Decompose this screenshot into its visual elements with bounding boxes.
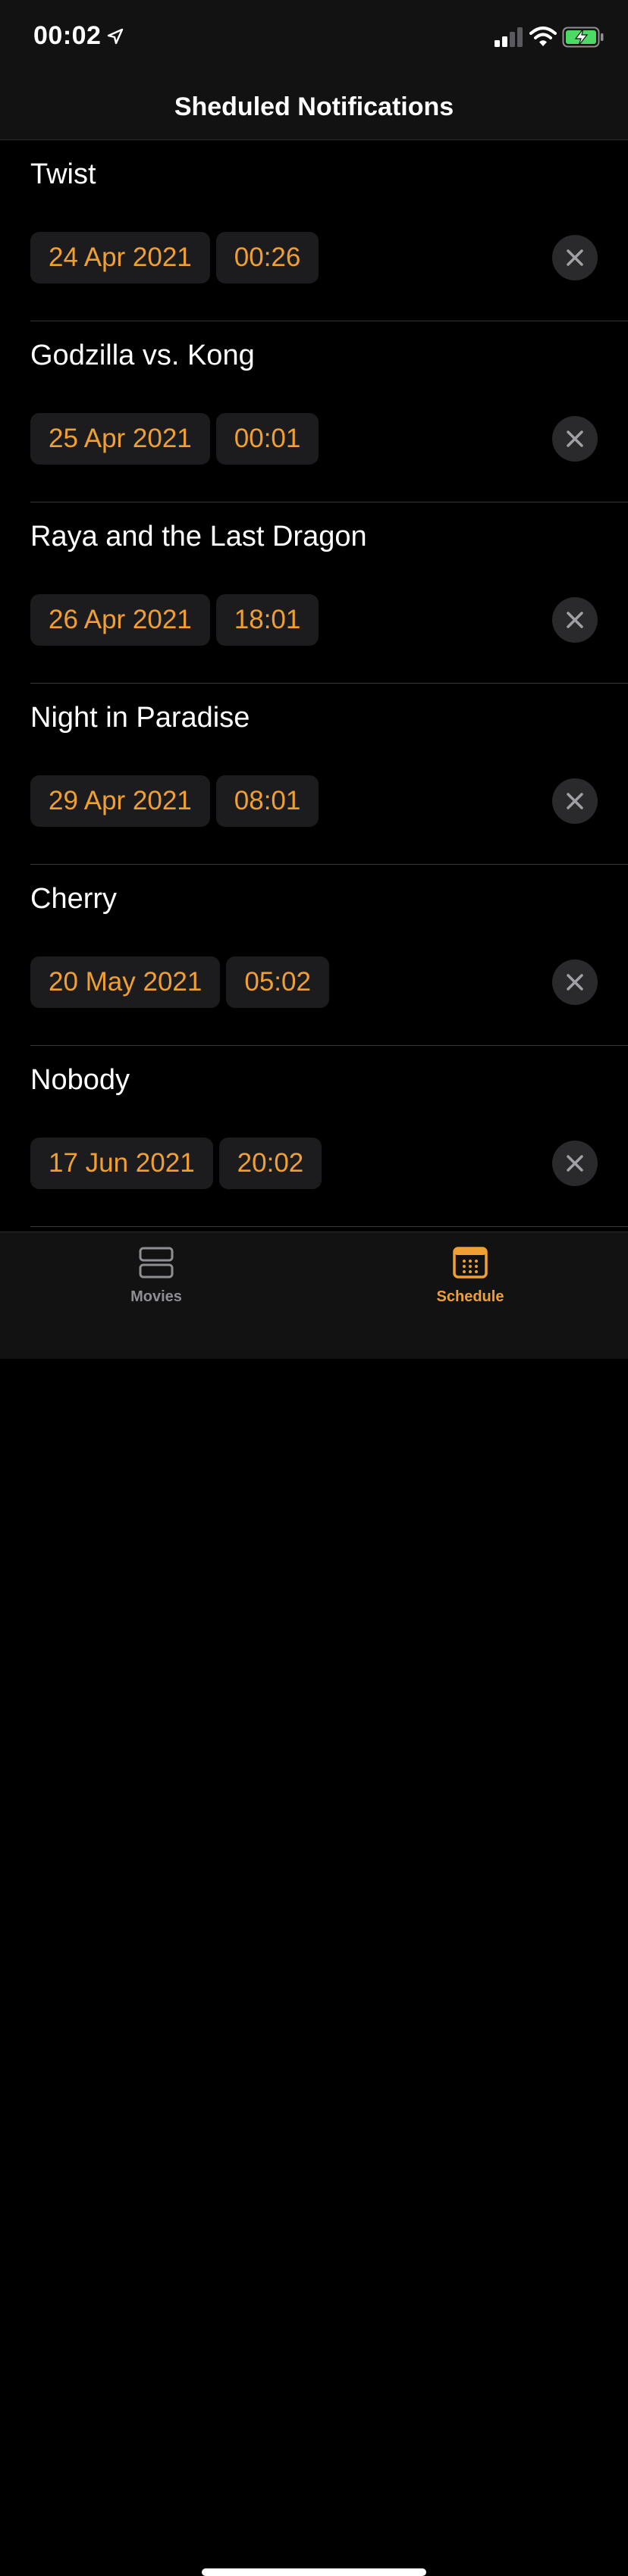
tab-label-movies: Movies	[130, 1288, 182, 1305]
time-picker-button[interactable]: 00:01	[215, 413, 319, 465]
delete-button[interactable]	[552, 235, 598, 280]
movie-title: Raya and the Last Dragon	[30, 521, 367, 552]
notification-list: Twist 24 Apr 2021 00:26 Godzilla vs. Kon…	[0, 140, 628, 1227]
date-picker-button[interactable]: 17 Jun 2021	[30, 1138, 213, 1189]
tab-bar: Movies Schedule	[0, 1232, 628, 2576]
home-indicator[interactable]	[202, 2568, 426, 2576]
status-time: 00:02	[33, 21, 102, 50]
movie-title: Godzilla vs. Kong	[30, 340, 255, 371]
time-picker-button[interactable]: 20:02	[218, 1138, 322, 1189]
rows-icon	[139, 1247, 174, 1279]
movie-title: Nobody	[30, 1064, 130, 1096]
page-title: Sheduled Notifications	[174, 92, 454, 121]
list-item: Nobody 17 Jun 2021 20:02	[0, 1046, 628, 1227]
tab-movies[interactable]: Movies	[80, 1246, 232, 1306]
date-picker-button[interactable]: 24 Apr 2021	[30, 232, 210, 283]
time-picker-button[interactable]: 05:02	[226, 956, 329, 1008]
calendar-icon	[453, 1247, 488, 1279]
close-icon	[567, 249, 583, 266]
date-picker-button[interactable]: 20 May 2021	[30, 956, 221, 1008]
delete-button[interactable]	[552, 959, 598, 1005]
date-picker-button[interactable]: 26 Apr 2021	[30, 594, 210, 646]
date-picker-button[interactable]: 29 Apr 2021	[30, 775, 210, 827]
time-picker-button[interactable]: 00:26	[215, 232, 319, 283]
time-picker-button[interactable]: 18:01	[215, 594, 319, 646]
list-item: Godzilla vs. Kong 25 Apr 2021 00:01	[0, 321, 628, 502]
list-item: Raya and the Last Dragon 26 Apr 2021 18:…	[0, 502, 628, 684]
wifi-icon	[529, 27, 557, 46]
tab-label-schedule: Schedule	[436, 1288, 504, 1305]
movie-title: Cherry	[30, 883, 118, 915]
tab-schedule[interactable]: Schedule	[394, 1246, 546, 1306]
navigation-bar: Sheduled Notifications	[0, 76, 628, 140]
movie-title: Twist	[30, 158, 96, 190]
delete-button[interactable]	[552, 597, 598, 643]
delete-button[interactable]	[552, 1141, 598, 1186]
list-item: Night in Paradise 29 Apr 2021 08:01	[0, 684, 628, 865]
battery-charging-icon	[562, 27, 604, 48]
close-icon	[567, 612, 583, 628]
location-arrow-icon	[107, 28, 124, 45]
close-icon	[567, 793, 583, 809]
status-bar: 00:02	[0, 0, 628, 76]
list-item: Twist 24 Apr 2021 00:26	[0, 140, 628, 321]
movie-title: Night in Paradise	[30, 702, 250, 734]
cellular-signal-icon	[495, 27, 523, 47]
time-picker-button[interactable]: 08:01	[215, 775, 319, 827]
delete-button[interactable]	[552, 778, 598, 824]
close-icon	[567, 1155, 583, 1172]
close-icon	[567, 430, 583, 447]
delete-button[interactable]	[552, 416, 598, 462]
date-picker-button[interactable]: 25 Apr 2021	[30, 413, 210, 465]
list-item: Cherry 20 May 2021 05:02	[0, 865, 628, 1046]
close-icon	[567, 974, 583, 991]
